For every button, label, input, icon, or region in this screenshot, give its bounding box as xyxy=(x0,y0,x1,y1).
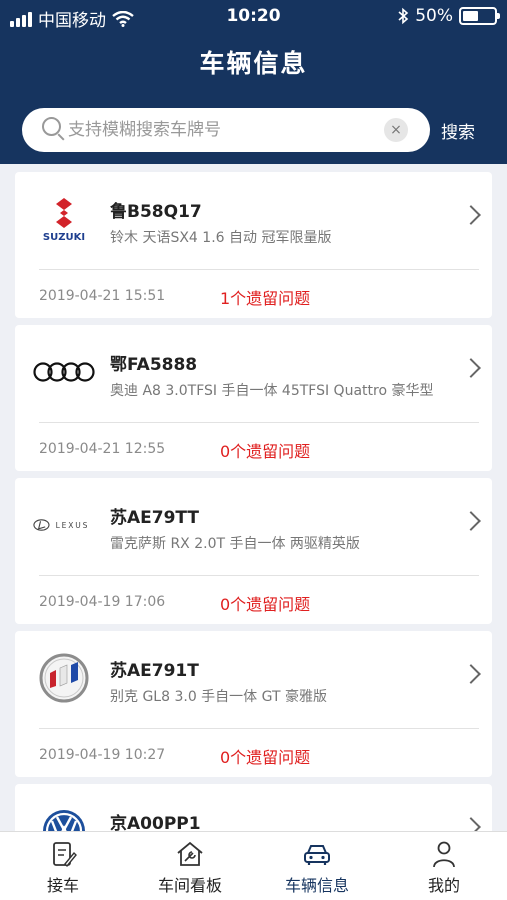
car-icon xyxy=(304,845,330,865)
visit-date: 2019-04-19 17:06 xyxy=(39,594,166,610)
audi-logo-icon xyxy=(33,343,95,401)
tab-profile[interactable]: 我的 xyxy=(381,832,507,900)
open-issues: 0个遗留问题 xyxy=(220,748,311,767)
plate-number: 鲁B58Q17 xyxy=(110,202,202,222)
vehicle-card[interactable]: LEXUS 苏AE79TT 雷克萨斯 RX 2.0T 手自一体 两驱精英版 20… xyxy=(15,478,492,624)
bluetooth-icon xyxy=(398,7,409,25)
vehicle-card[interactable]: 鄂FA5888 奥迪 A8 3.0TFSI 手自一体 45TFSI Quattr… xyxy=(15,325,492,471)
tab-workshop-board[interactable]: 车间看板 xyxy=(127,832,253,900)
person-icon xyxy=(433,841,455,868)
chevron-right-icon xyxy=(461,511,481,531)
battery-icon xyxy=(459,7,500,25)
buick-logo-icon xyxy=(33,649,95,707)
divider xyxy=(39,269,479,270)
tab-label: 车辆信息 xyxy=(284,876,349,895)
clipboard-icon xyxy=(53,842,77,868)
page-title: 车辆信息 xyxy=(199,49,308,78)
visit-date: 2019-04-19 10:27 xyxy=(39,747,166,763)
tab-bar: 接车 车间看板 车辆信息 我的 xyxy=(0,831,507,900)
plate-number: 京A00PP1 xyxy=(110,814,201,831)
vehicle-card[interactable]: SUZUKI 鲁B58Q17 铃木 天语SX4 1.6 自动 冠军限量版 201… xyxy=(15,172,492,318)
chevron-right-icon xyxy=(461,664,481,684)
vehicle-list: SUZUKI 鲁B58Q17 铃木 天语SX4 1.6 自动 冠军限量版 201… xyxy=(0,164,507,831)
open-issues: 1个遗留问题 xyxy=(220,289,311,308)
tab-check-in[interactable]: 接车 xyxy=(0,832,126,900)
search-button[interactable]: 搜索 xyxy=(441,118,475,143)
search-icon xyxy=(42,117,61,136)
chevron-right-icon xyxy=(461,205,481,225)
battery-percent: 50% xyxy=(415,6,453,26)
svg-text:SUZUKI: SUZUKI xyxy=(43,232,85,242)
tab-label: 接车 xyxy=(46,876,79,895)
tab-vehicle-info[interactable]: 车辆信息 xyxy=(254,832,380,900)
tab-label: 车间看板 xyxy=(157,876,222,895)
vehicle-model: 铃木 天语SX4 1.6 自动 冠军限量版 xyxy=(110,230,332,246)
status-bar: 中国移动 10:20 50% xyxy=(0,0,507,34)
divider xyxy=(39,728,479,729)
lexus-logo-icon: LEXUS xyxy=(33,496,95,554)
visit-date: 2019-04-21 12:55 xyxy=(39,441,166,457)
plate-number: 鄂FA5888 xyxy=(110,355,198,375)
suzuki-logo-icon: SUZUKI xyxy=(33,190,95,248)
tab-label: 我的 xyxy=(427,876,460,895)
search-input[interactable] xyxy=(68,108,388,152)
vehicle-model: 别克 GL8 3.0 手自一体 GT 豪雅版 xyxy=(110,689,327,705)
vehicle-model: 奥迪 A8 3.0TFSI 手自一体 45TFSI Quattro 豪华型 xyxy=(110,383,434,399)
search-box: × xyxy=(22,108,430,152)
svg-text:LEXUS: LEXUS xyxy=(56,521,90,530)
plate-number: 苏AE791T xyxy=(110,661,199,681)
vehicle-card[interactable]: 京A00PP1 xyxy=(15,784,492,831)
visit-date: 2019-04-21 15:51 xyxy=(39,288,166,304)
open-issues: 0个遗留问题 xyxy=(220,442,311,461)
divider xyxy=(39,422,479,423)
volkswagen-logo-icon xyxy=(33,802,95,831)
vehicle-card[interactable]: 苏AE791T 别克 GL8 3.0 手自一体 GT 豪雅版 2019-04-1… xyxy=(15,631,492,777)
open-issues: 0个遗留问题 xyxy=(220,595,311,614)
divider xyxy=(39,575,479,576)
chevron-right-icon xyxy=(461,817,481,831)
plate-number: 苏AE79TT xyxy=(110,508,200,528)
workshop-icon xyxy=(177,841,203,866)
header-bar: 中国移动 10:20 50% 车辆信息 × 搜索 xyxy=(0,0,507,164)
clear-icon[interactable]: × xyxy=(384,118,408,142)
chevron-right-icon xyxy=(461,358,481,378)
vehicle-model: 雷克萨斯 RX 2.0T 手自一体 两驱精英版 xyxy=(110,536,360,552)
